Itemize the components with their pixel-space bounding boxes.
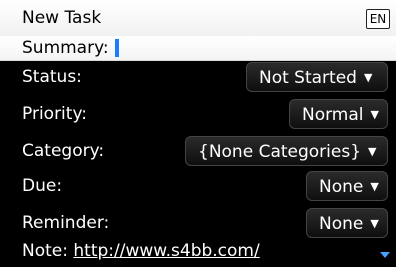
note-field[interactable]: Note: http://www.s4bb.com/	[22, 241, 260, 261]
due-value: None	[319, 177, 364, 197]
reminder-row: Reminder: None ▼	[0, 205, 396, 243]
status-dropdown[interactable]: Not Started ▼	[246, 62, 388, 92]
priority-value: Normal	[302, 105, 364, 125]
due-label: Due:	[22, 176, 63, 196]
status-value: Not Started	[259, 68, 357, 88]
chevron-down-icon: ▼	[370, 108, 379, 121]
due-row: Due: None ▼	[0, 168, 396, 206]
chevron-down-icon: ▼	[368, 145, 377, 158]
note-label: Note:	[22, 241, 68, 261]
status-row: Status: Not Started ▼	[0, 59, 396, 97]
category-value: {None Categories}	[198, 142, 362, 162]
reminder-value: None	[319, 214, 364, 234]
input-language-indicator[interactable]: EN	[366, 9, 390, 29]
reminder-label: Reminder:	[22, 213, 110, 233]
chevron-down-icon: ▼	[370, 180, 379, 193]
summary-field[interactable]: Summary:	[0, 36, 396, 61]
title-bar: New Task EN	[0, 0, 396, 37]
due-dropdown[interactable]: None ▼	[306, 171, 388, 201]
chevron-down-icon: ▼	[363, 71, 373, 84]
summary-label: Summary:	[22, 38, 109, 58]
category-dropdown[interactable]: {None Categories} ▼	[185, 136, 388, 166]
text-cursor	[115, 39, 119, 57]
priority-dropdown[interactable]: Normal ▼	[289, 99, 388, 129]
priority-row: Priority: Normal ▼	[0, 96, 396, 134]
status-label: Status:	[22, 67, 82, 87]
note-link[interactable]: http://www.s4bb.com/	[73, 241, 259, 261]
scroll-down-icon	[380, 252, 390, 258]
category-label: Category:	[22, 141, 105, 161]
reminder-dropdown[interactable]: None ▼	[306, 208, 388, 238]
category-row: Category: {None Categories} ▼	[0, 133, 396, 171]
screen-title: New Task	[22, 8, 102, 28]
priority-label: Priority:	[22, 104, 87, 124]
chevron-down-icon: ▼	[370, 217, 379, 230]
